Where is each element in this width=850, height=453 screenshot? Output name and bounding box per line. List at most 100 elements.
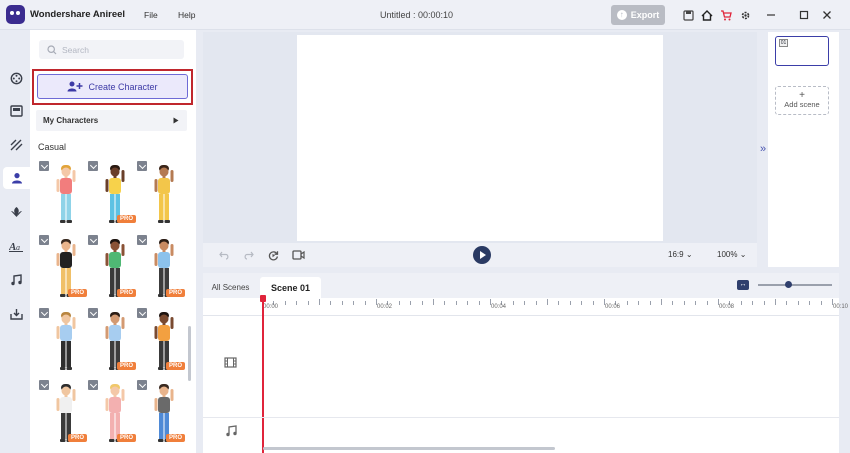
ruler-tick <box>649 301 651 305</box>
scene-canvas[interactable] <box>297 35 663 241</box>
replay-icon[interactable] <box>266 249 280 261</box>
download-icon[interactable] <box>88 235 98 245</box>
film-reel-icon[interactable] <box>5 67 27 89</box>
playhead[interactable] <box>262 298 264 453</box>
double-chevron-right-icon[interactable]: » <box>760 143 766 155</box>
ruler-tick <box>421 301 423 305</box>
settings-icon[interactable] <box>738 8 752 22</box>
download-icon[interactable] <box>39 380 49 390</box>
search-icon <box>47 44 57 54</box>
menu-help[interactable]: Help <box>178 10 195 20</box>
app-logo-icon <box>6 5 25 24</box>
redo-icon[interactable] <box>241 249 255 261</box>
download-icon[interactable] <box>137 161 147 171</box>
ruler-tick <box>364 301 366 305</box>
aspect-ratio-value: 16:9 <box>668 250 684 259</box>
character-figure <box>56 312 76 370</box>
close-icon[interactable] <box>820 8 834 22</box>
time-label: 00:06 <box>605 304 621 310</box>
character-card[interactable]: PRO <box>88 380 136 448</box>
character-card[interactable]: PRO <box>137 235 185 303</box>
scene-icon[interactable] <box>5 100 27 122</box>
characters-panel: Search Create Character My Characters Ca… <box>30 30 196 453</box>
ruler-tick <box>569 301 571 305</box>
character-card[interactable]: PRO <box>137 308 185 376</box>
camera-icon[interactable] <box>291 249 305 261</box>
download-icon[interactable] <box>137 235 147 245</box>
panel-scrollbar[interactable] <box>188 326 191 381</box>
import-icon[interactable] <box>5 303 27 325</box>
cart-icon[interactable] <box>719 8 733 22</box>
stage-toolbar: 16:9 ⌄ 100% ⌄ <box>203 243 757 267</box>
character-icon[interactable] <box>3 167 30 189</box>
download-icon[interactable] <box>88 308 98 318</box>
character-card[interactable]: PRO <box>88 161 136 229</box>
download-icon[interactable] <box>39 308 49 318</box>
character-card[interactable] <box>39 308 87 376</box>
effects-icon[interactable] <box>5 201 27 223</box>
aspect-ratio-select[interactable]: 16:9 ⌄ <box>668 250 693 259</box>
ruler-tick <box>706 301 708 305</box>
app-name: Wondershare Anireel <box>30 9 126 20</box>
chevron-down-icon: ⌄ <box>685 250 693 259</box>
download-icon[interactable] <box>137 308 147 318</box>
character-card[interactable] <box>137 161 185 229</box>
ruler-tick <box>284 301 286 305</box>
timeline-zoom-handle[interactable] <box>785 281 792 288</box>
add-user-icon <box>67 81 83 92</box>
timeline-zoom-slider[interactable] <box>758 284 832 286</box>
plus-icon: + <box>799 90 805 101</box>
scene-thumbnail[interactable]: 01 <box>775 36 829 66</box>
upload-icon: ↑ <box>616 10 627 20</box>
character-card[interactable]: PRO <box>88 235 136 303</box>
save-icon[interactable] <box>681 8 695 22</box>
download-icon[interactable] <box>39 161 49 171</box>
ruler-tick <box>786 301 788 305</box>
ruler-tick <box>820 301 822 305</box>
minimize-icon[interactable] <box>764 8 778 22</box>
character-card[interactable]: PRO <box>88 308 136 376</box>
character-card[interactable]: PRO <box>137 380 185 448</box>
ruler-tick <box>558 301 560 305</box>
tab-all-scenes[interactable]: All Scenes <box>208 277 253 298</box>
track-divider <box>203 417 839 418</box>
ruler-tick <box>341 301 343 305</box>
text-icon[interactable]: Aa <box>5 235 27 257</box>
zoom-select[interactable]: 100% ⌄ <box>717 250 746 259</box>
music-icon[interactable] <box>5 269 27 291</box>
search-input[interactable]: Search <box>39 40 184 59</box>
music-track-icon <box>225 425 237 440</box>
ruler-tick <box>661 299 662 305</box>
my-characters-row[interactable]: My Characters <box>36 110 187 131</box>
ruler-tick <box>467 301 469 305</box>
character-card[interactable]: PRO <box>39 235 87 303</box>
download-icon[interactable] <box>88 380 98 390</box>
download-icon[interactable] <box>137 380 147 390</box>
ruler-tick <box>581 301 583 305</box>
character-figure <box>56 165 76 223</box>
undo-icon[interactable] <box>217 249 231 261</box>
fit-width-icon[interactable]: ↔ <box>737 280 749 290</box>
ruler-tick <box>307 301 309 305</box>
play-button[interactable] <box>473 246 491 264</box>
download-icon[interactable] <box>39 235 49 245</box>
background-icon[interactable] <box>5 134 27 156</box>
menu-file[interactable]: File <box>144 10 158 20</box>
download-icon[interactable] <box>88 161 98 171</box>
tab-scene-01[interactable]: Scene 01 <box>260 277 321 298</box>
pro-badge: PRO <box>67 289 87 297</box>
export-button[interactable]: ↑ Export <box>611 5 665 25</box>
time-ruler[interactable]: 00:00 00:02 00:04 00:06 00:08 00:10 <box>203 298 848 316</box>
scene-number: 01 <box>779 39 788 47</box>
add-scene-button[interactable]: + Add scene <box>775 86 829 115</box>
ruler-tick <box>763 301 765 305</box>
character-card[interactable] <box>39 161 87 229</box>
timeline-scrollbar[interactable] <box>263 447 555 450</box>
character-card[interactable]: PRO <box>39 380 87 448</box>
stage-area: 16:9 ⌄ 100% ⌄ <box>203 32 757 267</box>
create-character-button[interactable]: Create Character <box>37 74 188 99</box>
scenes-panel: 01 + Add scene <box>768 32 839 267</box>
ruler-tick <box>478 301 480 305</box>
home-icon[interactable] <box>700 8 714 22</box>
maximize-icon[interactable] <box>797 8 811 22</box>
